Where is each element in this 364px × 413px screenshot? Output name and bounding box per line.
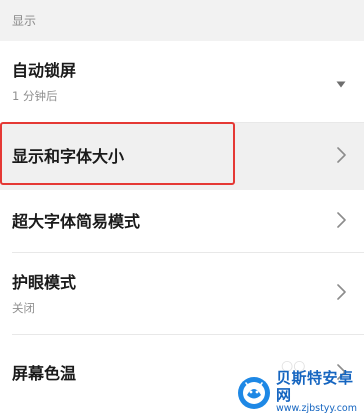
watermark-logo-icon [238,376,270,409]
chevron-right-icon [337,146,346,167]
setting-row-eye-protection[interactable]: 护眼模式 关闭 [0,253,364,335]
section-header-label: 显示 [12,14,37,28]
settings-page: 显示 自动锁屏 1 分钟后 显示和字体大小 超大字体简易模式 护眼模式 关闭 屏… [0,0,364,413]
setting-row-auto-lock[interactable]: 自动锁屏 1 分钟后 [0,41,364,123]
chevron-right-icon [337,211,346,232]
setting-row-extra-large-font-text: 超大字体简易模式 [12,212,140,231]
setting-title-extra-large-font: 超大字体简易模式 [12,211,141,231]
watermark-url: www.zjbstyy.com [276,403,357,413]
setting-row-auto-lock-text: 自动锁屏 1 分钟后 [12,61,76,104]
setting-title-eye-protection: 护眼模式 [12,272,77,292]
setting-row-extra-large-font[interactable]: 超大字体简易模式 [0,190,364,253]
setting-row-eye-protection-text: 护眼模式 关闭 [12,273,76,316]
setting-title-screen-color-temp: 屏幕色温 [12,364,77,384]
setting-row-screen-color-temp-text: 屏幕色温 [12,364,76,383]
watermark-title: 贝斯特安卓网 [276,369,354,404]
setting-title-auto-lock: 自动锁屏 [12,60,77,80]
watermark: 贝斯特安卓网 www.zjbstyy.com [236,370,364,413]
setting-subtitle-auto-lock: 1 分钟后 [12,88,58,103]
chevron-right-icon [337,284,346,304]
watermark-text: 贝斯特安卓网 www.zjbstyy.com [276,370,364,413]
setting-title-display-font-size: 显示和字体大小 [12,146,125,166]
section-header-display: 显示 [0,0,364,41]
setting-subtitle-eye-protection: 关闭 [12,300,35,315]
setting-row-display-font-size[interactable]: 显示和字体大小 [0,123,364,190]
setting-row-display-font-size-text: 显示和字体大小 [12,147,124,166]
dropdown-triangle-icon[interactable] [336,73,346,92]
